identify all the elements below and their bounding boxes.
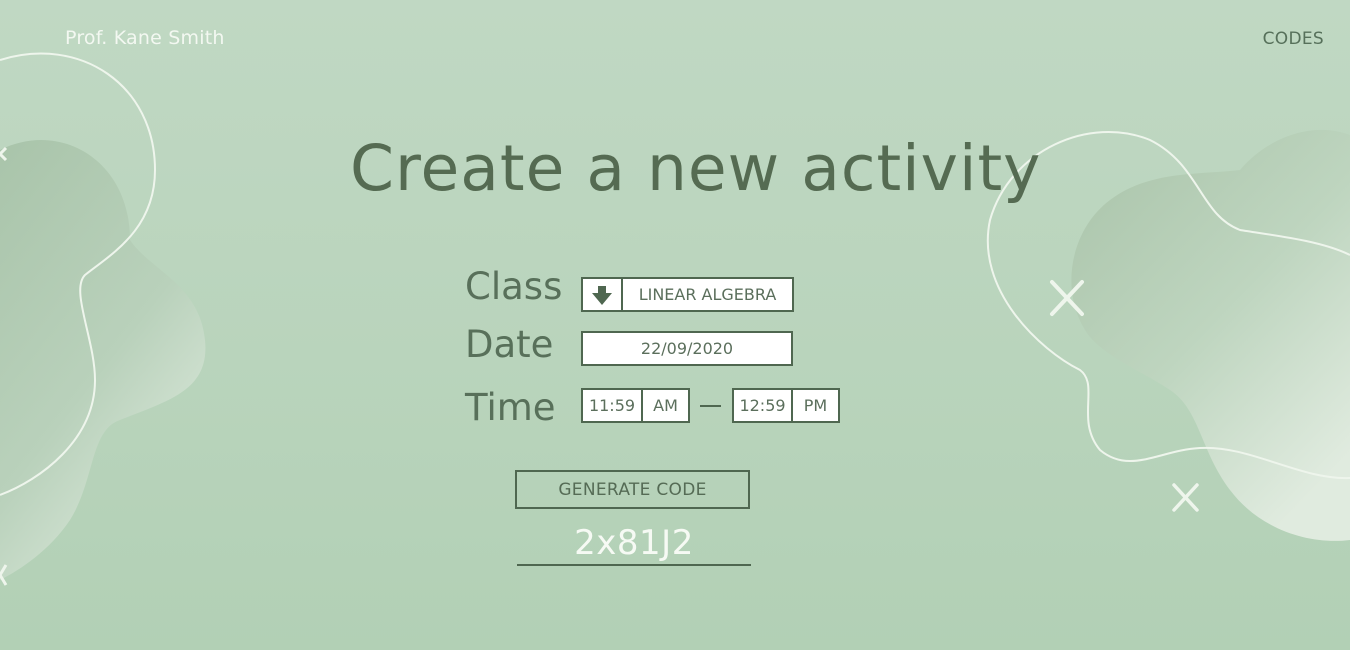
left-blob-shape [0,140,206,580]
codes-nav-link[interactable]: CODES [1263,29,1324,49]
arrow-down-icon[interactable] [583,279,623,310]
start-time-group: 11:59 AM [581,388,690,423]
right-x-mark-small [1172,483,1199,512]
left-x-mark-bottom [0,564,8,586]
generated-code-display: 2x81J2 [517,521,751,566]
class-select-value: LINEAR ALGEBRA [638,285,777,304]
class-select[interactable]: LINEAR ALGEBRA [581,277,794,312]
date-field[interactable]: 22/09/2020 [581,331,793,366]
right-blob-shape [1071,129,1350,541]
left-outline-ring [0,52,157,496]
time-label: Time [465,386,556,429]
start-period-toggle[interactable]: AM [643,388,690,423]
time-range-dash [700,405,721,407]
right-outline-ring [987,131,1350,480]
date-label: Date [465,323,554,366]
professor-name: Prof. Kane Smith [65,27,225,49]
right-x-mark-large [1050,280,1084,316]
left-x-mark-top [0,146,8,162]
end-time-group: 12:59 PM [732,388,840,423]
generate-code-button[interactable]: GENERATE CODE [515,470,750,509]
start-time-field[interactable]: 11:59 [581,388,643,423]
end-time-field[interactable]: 12:59 [732,388,793,423]
end-period-toggle[interactable]: PM [793,388,840,423]
page-title: Create a new activity [350,132,1042,205]
class-label: Class [465,265,563,308]
